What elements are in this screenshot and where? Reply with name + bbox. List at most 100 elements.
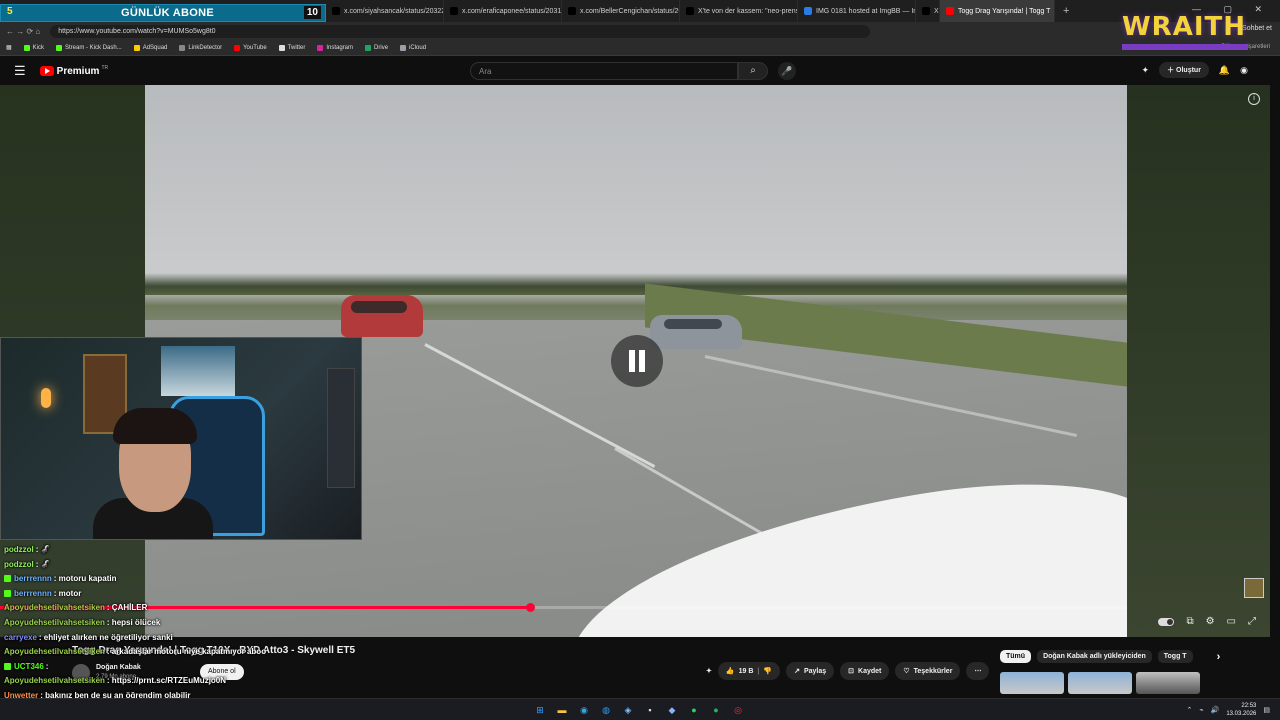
autoplay-toggle[interactable] — [1158, 617, 1175, 626]
recommendation-thumbnail[interactable] — [1068, 672, 1132, 694]
theater-mode-icon[interactable]: ▭ — [1227, 616, 1236, 627]
imgbb-icon — [804, 7, 812, 15]
bookmark-item[interactable]: Instagram — [317, 44, 353, 51]
windows-start-icon[interactable]: ⊞ — [532, 702, 548, 718]
pause-icon[interactable] — [611, 335, 663, 387]
share-label: Paylaş — [803, 667, 827, 675]
url-field[interactable]: https://www.youtube.com/watch?v=MUMSo5wg… — [50, 24, 871, 38]
bookmark-favicon-icon — [317, 44, 324, 51]
thanks-label: Teşekkürler — [913, 667, 953, 675]
url-text: https://www.youtube.com/watch?v=MUMSo5wg… — [58, 27, 216, 35]
new-tab-button[interactable]: + — [1055, 5, 1077, 17]
apps-icon[interactable]: ▦ — [6, 44, 12, 51]
youtube-play-icon — [39, 66, 54, 76]
bookmark-item[interactable]: iCloud — [400, 44, 427, 51]
extension-icon[interactable]: ✦ — [1142, 65, 1150, 76]
browser-tab[interactable]: x.com/BellerCengichan/status/203× — [562, 0, 680, 22]
bookmark-favicon-icon — [23, 44, 30, 51]
filter-chip[interactable]: Tümü — [1000, 650, 1032, 663]
browser-tab[interactable]: Togg Drag Yarışında! | Togg T× — [940, 0, 1055, 22]
chrome-profile-icon[interactable]: ◎ — [730, 702, 746, 718]
recommendation-thumbnails — [1000, 672, 1200, 694]
chat-username: Apoyudehsetilvahsetsiken — [4, 676, 105, 686]
steam-icon[interactable]: ◈ — [620, 702, 636, 718]
subscriber-overlay-label: GÜNLÜK ABONE — [121, 7, 215, 19]
progress-bar-knob[interactable] — [525, 603, 535, 612]
bookmark-item[interactable]: Drive — [365, 44, 388, 51]
recommendation-thumbnail[interactable] — [1000, 672, 1064, 694]
info-icon[interactable]: i — [1248, 93, 1260, 105]
player-controls-right: ⧉ ⚙ ▭ ⤢ — [1158, 616, 1256, 627]
bookmark-label: AdSquad — [142, 44, 168, 51]
grey-car — [650, 315, 742, 349]
taskbar-clock[interactable]: 22:53 13.03.2026 — [1226, 702, 1256, 718]
overlay-thumbnail[interactable] — [1244, 578, 1264, 598]
nav-buttons[interactable]: ← → ⟳ ⌂ — [6, 27, 40, 36]
volume-icon[interactable]: 🔊 — [1211, 706, 1220, 714]
chat-text: : https://prnt.sc/RTZEuMuzjo0N — [106, 676, 227, 686]
browser-tab[interactable]: X'te von der kassem: "neo-prense× — [680, 0, 798, 22]
fullscreen-icon[interactable]: ⤢ — [1248, 616, 1256, 627]
browser-tab[interactable]: x.com/eraficaponee/status/20313× — [444, 0, 562, 22]
taskbar-apps: ⊞ ▬ ◉ ◍ ◈ ▪ ◆ ● ● ◎ — [532, 702, 746, 718]
browser-tab[interactable]: IMG 0181 hosted at ImgBB — Img× — [798, 0, 916, 22]
bookmark-item[interactable]: Stream - Kick Dash... — [56, 44, 122, 51]
tray-chevron-icon[interactable]: ⌃ — [1187, 706, 1193, 714]
chat-username: berrrennn — [14, 588, 52, 598]
microphone-icon[interactable]: 🎤 — [778, 62, 796, 80]
extension-icon[interactable]: ✦ — [706, 667, 712, 675]
notifications-bell-icon[interactable]: 🔔 — [1219, 65, 1230, 76]
bookmark-favicon-icon — [278, 44, 285, 51]
video-actions: ✦ 👍 19 B | 👎 ↗ Paylaş ⊡ Kaydet ♡ Teşekkü… — [706, 662, 990, 680]
create-button[interactable]: ＋ Oluştur — [1159, 62, 1209, 78]
bookmark-item[interactable]: AdSquad — [133, 44, 168, 51]
chat-message: podzzol: 🦨 — [4, 545, 51, 554]
more-options-icon[interactable]: ⋯ — [966, 662, 990, 680]
network-icon[interactable]: ⌁ — [1199, 706, 1203, 714]
chat-message: Apoyudehsetilvahsetsiken: https://prnt.s… — [4, 676, 226, 685]
thanks-button[interactable]: ♡ Teşekkürler — [895, 662, 961, 680]
bookmark-item[interactable]: YouTube — [234, 44, 267, 51]
bookmarks-bar: ▦ Kick Stream - Kick Dash... AdSquad LinkDe… — [0, 40, 1280, 56]
file-explorer-icon[interactable]: ▬ — [554, 702, 570, 718]
recommendation-chips: Tümü Doğan Kabak adlı yükleyiciden Togg T › — [1000, 650, 1220, 663]
spotify-icon[interactable]: ● — [708, 702, 724, 718]
bookmark-label: Stream - Kick Dash... — [65, 44, 122, 51]
chat-username: berrrennn — [14, 574, 52, 584]
account-avatar[interactable]: ◉ — [1240, 65, 1248, 76]
chat-text: : 🦨 — [35, 559, 51, 569]
chat-badge-icon — [4, 589, 11, 597]
webcam-overlay — [0, 337, 362, 540]
recommendation-thumbnail[interactable] — [1136, 672, 1200, 694]
chevron-right-icon[interactable]: › — [1217, 651, 1221, 663]
edge-browser-icon[interactable]: ◉ — [576, 702, 592, 718]
menu-icon[interactable]: ☰ — [14, 63, 26, 79]
youtube-logo[interactable]: Premium TR — [39, 65, 108, 77]
like-button[interactable]: 👍 19 B | 👎 — [717, 662, 781, 680]
x-icon — [568, 7, 576, 15]
search-icon[interactable]: ⌕ — [738, 62, 768, 80]
bookmark-item[interactable]: Kick — [23, 44, 44, 51]
whatsapp-icon[interactable]: ● — [686, 702, 702, 718]
tab-list: x.com/siyahsancak/status/20322×x.com/era… — [326, 0, 1055, 22]
search-input[interactable]: Ara — [470, 62, 738, 80]
notification-icon[interactable]: ▤ — [1263, 706, 1270, 714]
tab-label: x.com/siyahsancak/status/20322 — [344, 7, 444, 15]
chrome-browser-icon[interactable]: ◍ — [598, 702, 614, 718]
filter-chip[interactable]: Doğan Kabak adlı yükleyiciden — [1037, 650, 1152, 663]
share-button[interactable]: ↗ Paylaş — [786, 662, 835, 680]
bookmark-label: iCloud — [409, 44, 427, 51]
browser-tab[interactable]: X× — [916, 0, 940, 22]
youtube-logo-text: Premium — [56, 65, 100, 77]
bookmark-item[interactable]: Twitter — [278, 44, 305, 51]
obs-icon[interactable]: ▪ — [642, 702, 658, 718]
tab-label: IMG 0181 hosted at ImgBB — Img — [816, 7, 916, 15]
settings-gear-icon[interactable]: ⚙ — [1206, 616, 1215, 627]
filter-chip[interactable]: Togg T — [1157, 650, 1193, 663]
browser-tab[interactable]: x.com/siyahsancak/status/20322× — [326, 0, 444, 22]
save-button[interactable]: ⊡ Kaydet — [840, 662, 890, 680]
bookmark-item[interactable]: LinkDetector — [179, 44, 222, 51]
discord-icon[interactable]: ◆ — [664, 702, 680, 718]
x-icon — [332, 7, 340, 15]
subtitles-icon[interactable]: ⧉ — [1186, 616, 1193, 627]
